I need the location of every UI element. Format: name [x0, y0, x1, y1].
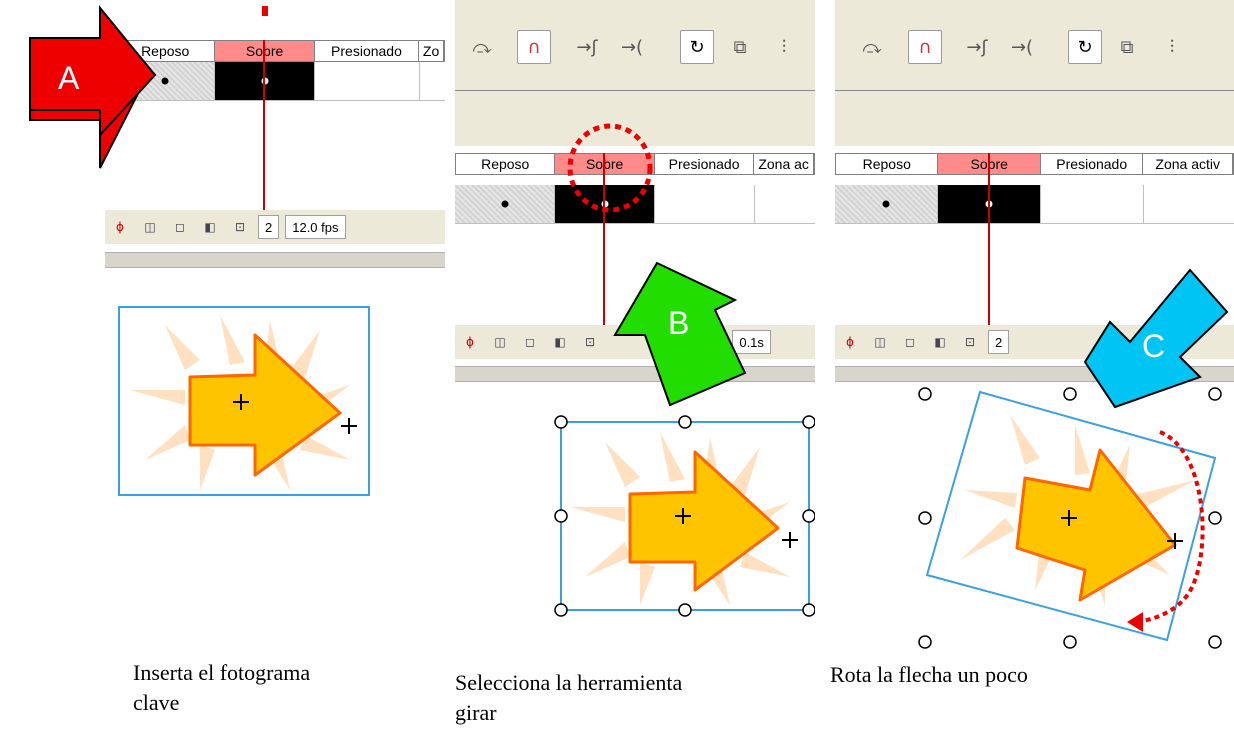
caption-step-2-line-2: girar — [455, 700, 497, 725]
callout-label-b: B — [668, 305, 690, 341]
tab-zona-activa[interactable]: Zo — [419, 41, 444, 61]
onion-outline-icon[interactable]: ◻ — [169, 216, 191, 238]
edit-multiple-frames-icon[interactable]: ◧ — [929, 331, 951, 353]
frame-reposo[interactable] — [455, 185, 555, 223]
frame-presionado[interactable] — [655, 185, 755, 223]
highlight-circle — [567, 123, 653, 213]
modify-markers-icon[interactable]: ⊡ — [959, 331, 981, 353]
caption-step-2: Selecciona la herramienta girar — [455, 668, 682, 728]
button-symbol-stage — [118, 306, 370, 496]
callout-arrow-a — [29, 5, 157, 169]
onion-skin-icon[interactable]: ◫ — [489, 331, 511, 353]
loop-icon[interactable]: ⤼ — [855, 30, 889, 64]
button-symbol-stage — [554, 415, 815, 617]
rotate-icon[interactable]: ↻ — [680, 30, 714, 64]
frame-reposo[interactable] — [835, 185, 938, 223]
keyframe-dot — [501, 200, 508, 208]
horizontal-scrollbar[interactable] — [105, 252, 445, 268]
caption-step-2-line-1: Selecciona la herramienta — [455, 670, 683, 695]
center-frame-icon[interactable]: ɸ — [109, 216, 131, 238]
playhead-line — [263, 40, 265, 210]
scale-icon[interactable]: ⧉ — [723, 30, 757, 64]
straighten-icon[interactable]: →( — [1005, 30, 1039, 64]
tab-zona-activa[interactable]: Zona ac — [754, 154, 814, 174]
modify-markers-icon[interactable]: ⊡ — [229, 216, 251, 238]
tab-presionado[interactable]: Presionado — [655, 154, 755, 174]
tab-zona-activa[interactable]: Zona activ — [1143, 154, 1233, 174]
snap-magnet-icon[interactable]: ∩ — [908, 30, 942, 64]
keyframe-dot — [882, 200, 890, 208]
caption-step-1-line-2: clave — [133, 690, 180, 715]
frame-sobre[interactable] — [215, 62, 315, 100]
current-frame-field: 2 — [988, 330, 1010, 354]
callout-label-c: C — [1142, 328, 1166, 364]
onion-outline-icon[interactable]: ◻ — [519, 331, 541, 353]
caption-step-1-line-1: Inserta el fotograma — [133, 660, 311, 685]
caption-step-1: Inserta el fotograma clave — [133, 658, 310, 718]
caption-step-3: Rota la flecha un poco — [830, 662, 1028, 687]
scale-icon[interactable]: ⧉ — [1110, 30, 1144, 64]
frame-presionado[interactable] — [1041, 185, 1144, 223]
rotate-icon[interactable]: ↻ — [1068, 30, 1102, 64]
tab-reposo[interactable]: Reposo — [456, 154, 556, 174]
tab-sobre[interactable]: Sobre — [215, 41, 315, 61]
current-frame-field: 2 — [258, 215, 280, 239]
edit-multiple-frames-icon[interactable]: ◧ — [199, 216, 221, 238]
state-tabs: Reposo Sobre Presionado Zona activ — [835, 153, 1234, 175]
onion-skin-icon[interactable]: ◫ — [869, 331, 891, 353]
loop-icon[interactable]: ⤼ — [465, 30, 499, 64]
timeline-status-bar: ɸ ◫ ◻ ◧ ⊡ 2 12.0 fps — [105, 210, 445, 244]
tab-presionado[interactable]: Presionado — [315, 41, 420, 61]
frame-presionado[interactable] — [315, 62, 420, 100]
frame-rate-field: 12.0 fps — [285, 215, 346, 239]
tab-reposo[interactable]: Reposo — [836, 154, 939, 174]
edit-multiple-frames-icon[interactable]: ◧ — [549, 331, 571, 353]
onion-skin-icon[interactable]: ◫ — [139, 216, 161, 238]
align-icon[interactable]: ⫶ — [767, 30, 801, 64]
straighten-icon[interactable]: →( — [615, 30, 649, 64]
callout-label-a: A — [58, 60, 80, 96]
onion-outline-icon[interactable]: ◻ — [899, 331, 921, 353]
playhead-line — [988, 153, 990, 325]
panel-area — [835, 91, 1234, 146]
frame-row — [835, 185, 1234, 224]
smooth-icon[interactable]: →ʃ — [960, 30, 994, 64]
align-icon[interactable]: ⫶ — [1155, 30, 1189, 64]
smooth-icon[interactable]: →ʃ — [570, 30, 604, 64]
playhead-marker — [262, 6, 268, 16]
button-symbol-stage — [918, 387, 1222, 649]
tab-presionado[interactable]: Presionado — [1041, 154, 1144, 174]
snap-magnet-icon[interactable]: ∩ — [517, 30, 551, 64]
center-frame-icon[interactable]: ɸ — [459, 331, 481, 353]
center-frame-icon[interactable]: ɸ — [839, 331, 861, 353]
